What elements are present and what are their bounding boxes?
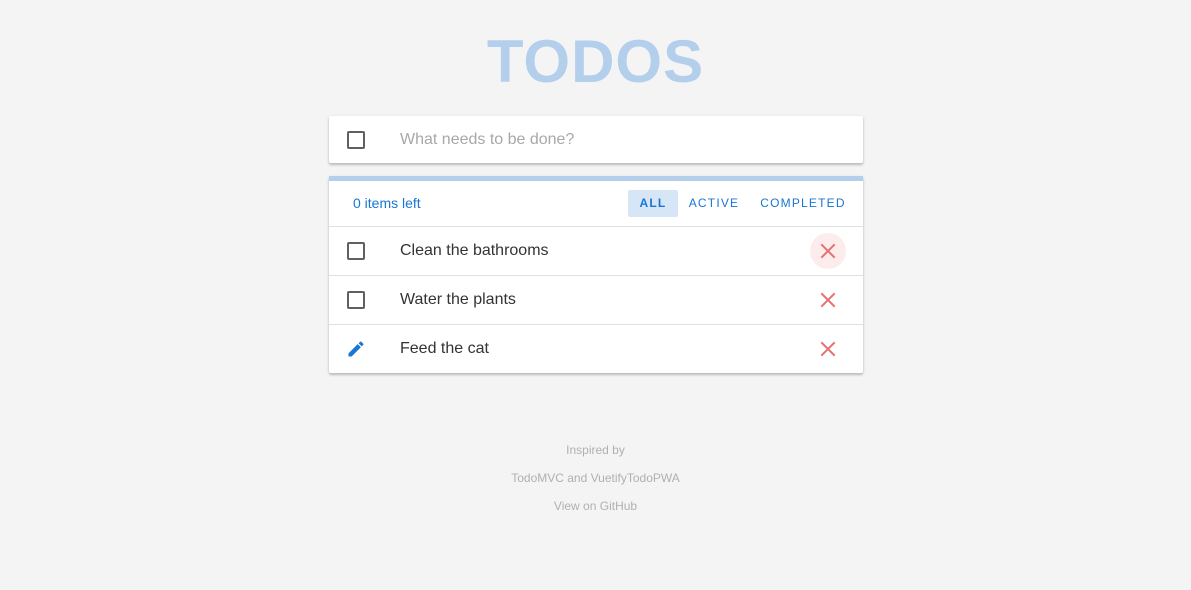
github-link[interactable]: View on GitHub [0, 492, 1191, 520]
todo-list-card: 0 items left ALL ACTIVE COMPLETED Clean … [329, 176, 863, 373]
filter-active-button[interactable]: ACTIVE [686, 190, 742, 217]
items-left-count: 0 items left [353, 195, 421, 211]
footer-inspired-by: Inspired by [566, 443, 625, 457]
close-icon [820, 292, 836, 308]
filter-all-button[interactable]: ALL [628, 190, 678, 217]
todo-item: Clean the bathrooms [329, 227, 863, 276]
todo-checkbox[interactable] [347, 291, 365, 309]
delete-todo-button[interactable] [810, 331, 846, 367]
delete-todo-button[interactable] [810, 233, 846, 269]
todo-text[interactable]: Clean the bathrooms [400, 242, 549, 260]
close-icon [820, 243, 836, 259]
todo-item: Feed the cat [329, 325, 863, 373]
close-icon [820, 341, 836, 357]
todo-item: Water the plants [329, 276, 863, 325]
filter-completed-button[interactable]: COMPLETED [759, 190, 847, 217]
todo-checkbox[interactable] [347, 242, 365, 260]
pencil-icon[interactable] [346, 339, 366, 364]
delete-todo-button[interactable] [810, 282, 846, 318]
page: TODOS 0 items left ALL ACTIVE COMPLETED … [0, 0, 1191, 590]
footer-sources-link[interactable]: TodoMVC and VuetifyTodoPWA [0, 464, 1191, 492]
toggle-all-checkbox[interactable] [347, 131, 365, 149]
filter-toolbar: 0 items left ALL ACTIVE COMPLETED [329, 181, 863, 227]
todo-text[interactable]: Water the plants [400, 291, 516, 309]
todo-text[interactable]: Feed the cat [400, 340, 489, 358]
new-todo-input[interactable] [400, 116, 840, 163]
app-title: TODOS [486, 28, 705, 95]
new-todo-card [329, 116, 863, 163]
footer: Inspired by TodoMVC and VuetifyTodoPWA V… [0, 436, 1191, 520]
